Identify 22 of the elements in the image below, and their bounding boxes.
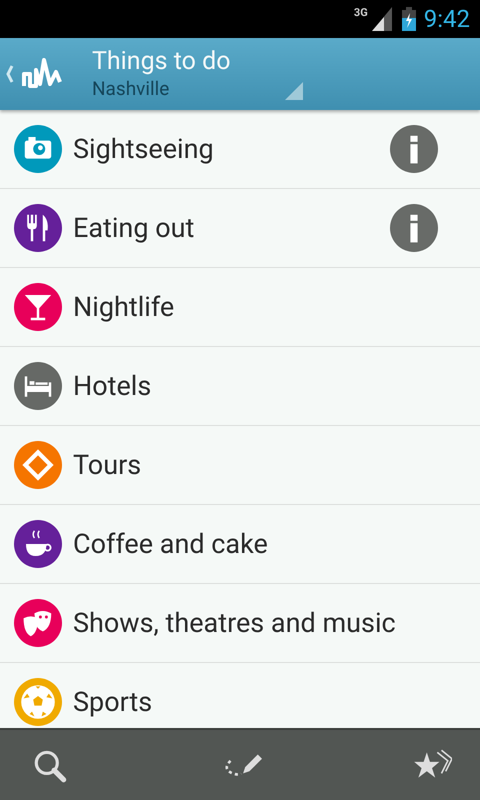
- info-icon[interactable]: [390, 204, 438, 252]
- category-item[interactable]: Nightlife: [0, 268, 480, 347]
- battery-icon: [402, 7, 416, 31]
- category-label: Coffee and cake: [73, 528, 269, 560]
- category-label: Eating out: [73, 212, 196, 244]
- category-label: Sports: [73, 686, 154, 718]
- signal-icon: [372, 7, 392, 31]
- category-item[interactable]: Tours: [0, 426, 480, 505]
- screen-title: Things to do: [92, 47, 230, 77]
- category-label: Tours: [73, 449, 142, 481]
- category-item[interactable]: Sightseeing: [0, 110, 480, 189]
- network-type: 3G: [354, 6, 368, 19]
- clock: 9:42: [424, 5, 470, 33]
- info-icon[interactable]: [390, 125, 438, 173]
- category-item[interactable]: Eating out: [0, 189, 480, 268]
- category-item[interactable]: Coffee and cake: [0, 505, 480, 584]
- category-label: Sightseeing: [73, 133, 215, 165]
- category-label: Nightlife: [73, 291, 176, 323]
- category-label: Shows, theatres and music: [73, 607, 397, 639]
- category-item[interactable]: Shows, theatres and music: [0, 584, 480, 663]
- category-label: Hotels: [73, 370, 152, 402]
- category-item[interactable]: Hotels: [0, 347, 480, 426]
